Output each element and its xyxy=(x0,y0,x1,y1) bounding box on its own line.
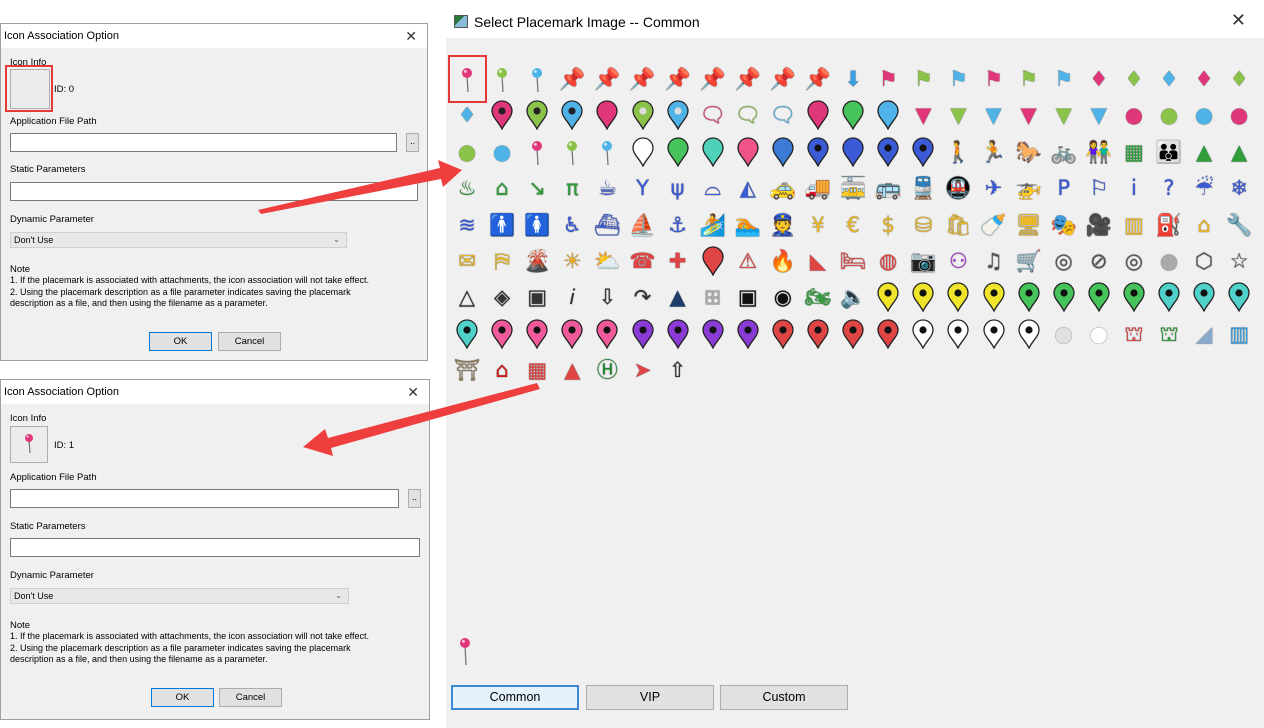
arrow-to-picker xyxy=(258,160,462,214)
annotation-arrows xyxy=(258,160,540,456)
arrow-to-dialog xyxy=(303,383,540,456)
